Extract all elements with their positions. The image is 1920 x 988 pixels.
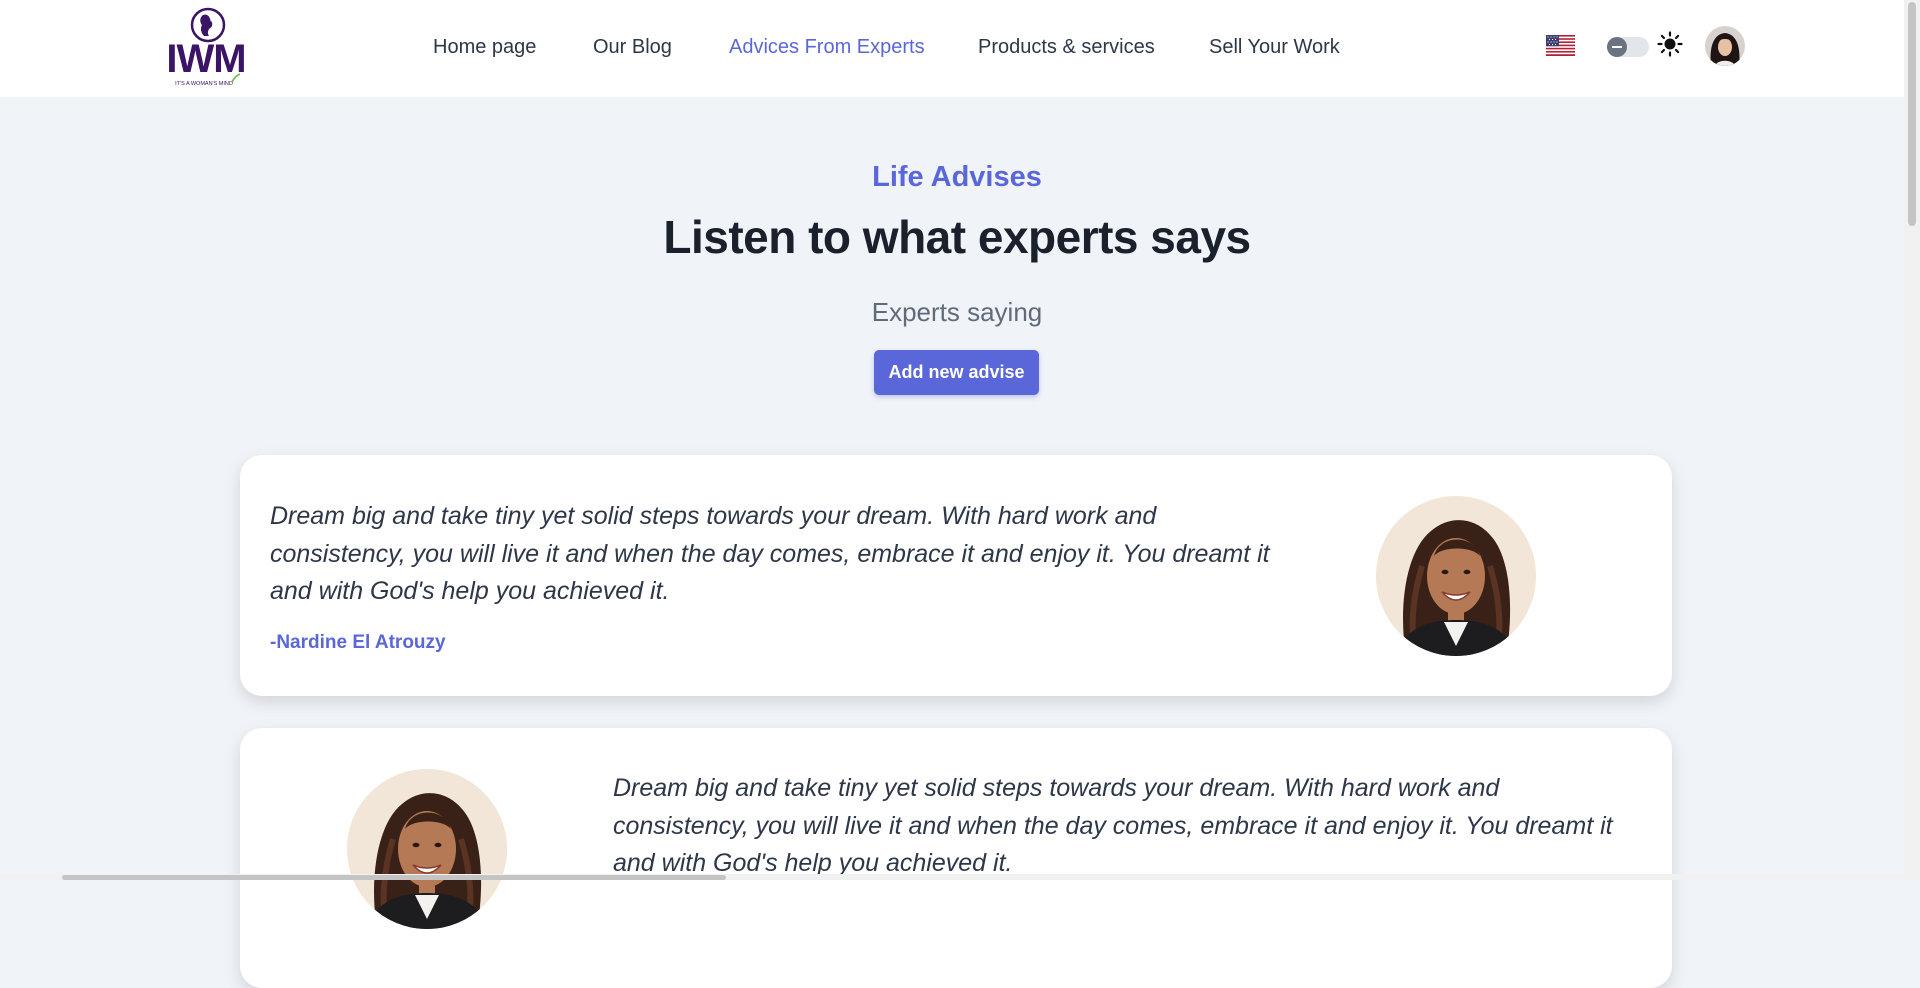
nav-item-advices-from-experts[interactable]: Advices From Experts — [729, 36, 925, 59]
us-flag-icon[interactable] — [1546, 35, 1575, 56]
nav-item-our-blog[interactable]: Our Blog — [593, 36, 672, 59]
nav-item-home-page[interactable]: Home page — [433, 36, 536, 59]
theme-toggle[interactable] — [1607, 37, 1649, 57]
advice-quote: Dream big and take tiny yet solid steps … — [613, 774, 1613, 877]
advice-card: Dream big and take tiny yet solid steps … — [240, 728, 1672, 988]
sun-icon — [1657, 31, 1683, 57]
page-title: Listen to what experts says — [663, 211, 1251, 263]
logo-tagline: IT'S A WOMAN'S MIND — [175, 81, 233, 87]
advice-card: Dream big and take tiny yet solid steps … — [240, 455, 1672, 696]
nav-item-products-services[interactable]: Products & services — [978, 36, 1155, 59]
expert-photo — [1376, 496, 1536, 656]
add-new-advise-button[interactable]: Add new advise — [874, 350, 1039, 395]
nav-item-sell-your-work[interactable]: Sell Your Work — [1209, 36, 1340, 59]
toggle-knob — [1607, 37, 1627, 57]
section-kicker: Life Advises — [872, 161, 1042, 193]
page-subtitle: Experts saying — [871, 297, 1043, 327]
scrollbar-thumb[interactable] — [1908, 2, 1916, 226]
top-navbar: IWM IT'S A WOMAN'S MIND Home page Our Bl… — [0, 0, 1904, 97]
expert-photo — [347, 769, 507, 929]
advice-quote: Dream big and take tiny yet solid steps … — [270, 502, 1270, 605]
horizontal-scrollbar[interactable] — [0, 874, 1904, 880]
vertical-scrollbar[interactable] — [1904, 0, 1920, 880]
scrollbar-thumb[interactable] — [62, 875, 726, 880]
advice-author[interactable]: -Nardine El Atrouzy — [270, 632, 446, 654]
profile-avatar[interactable] — [1705, 26, 1745, 66]
